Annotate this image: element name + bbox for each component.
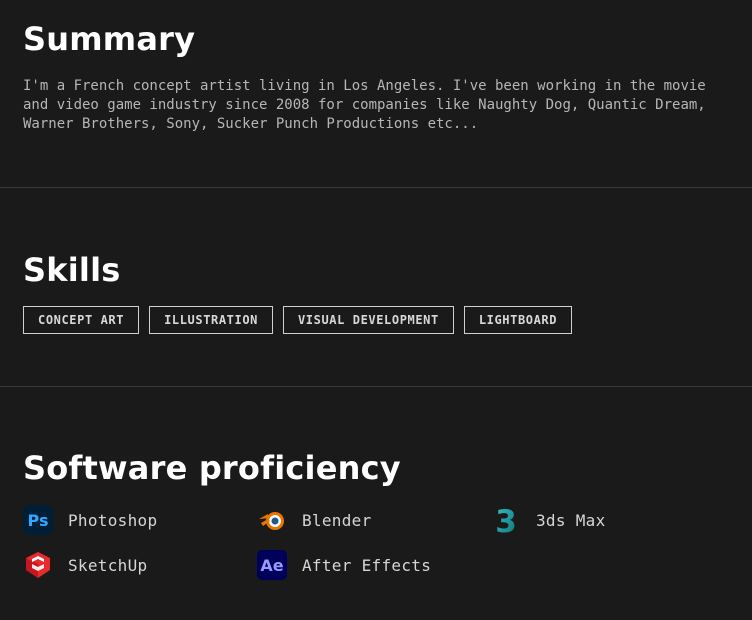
after-effects-icon: Ae [257, 550, 287, 580]
skill-tag-visual-development[interactable]: VISUAL DEVELOPMENT [282, 306, 454, 334]
3ds-max-icon: 3 [491, 505, 521, 535]
skill-tag-illustration[interactable]: ILLUSTRATION [149, 306, 273, 334]
skills-title: Skills [23, 251, 121, 289]
sketchup-icon [23, 550, 53, 580]
skill-tag-lightboard[interactable]: LIGHTBOARD [463, 306, 573, 334]
blender-icon [257, 505, 287, 535]
software-name: SketchUp [68, 555, 148, 575]
software-item-sketchup: SketchUp [23, 550, 257, 580]
section-divider [0, 386, 752, 387]
svg-text:Ps: Ps [28, 511, 49, 530]
software-item-photoshop: Ps Photoshop [23, 505, 257, 535]
software-item-blender: Blender [257, 505, 491, 535]
software-name: 3ds Max [536, 510, 606, 530]
section-divider [0, 187, 752, 188]
software-item-after-effects: Ae After Effects [257, 550, 491, 580]
svg-text:3: 3 [495, 505, 517, 535]
software-title: Software proficiency [23, 449, 401, 487]
software-name: Blender [302, 510, 372, 530]
software-name: After Effects [302, 555, 432, 575]
summary-title: Summary [23, 20, 196, 58]
photoshop-icon: Ps [23, 505, 53, 535]
skills-list: CONCEPT ART ILLUSTRATION VISUAL DEVELOPM… [23, 306, 573, 334]
svg-text:Ae: Ae [260, 556, 283, 575]
skill-tag-concept-art[interactable]: CONCEPT ART [23, 306, 140, 334]
software-item-3ds-max: 3 3ds Max [491, 505, 725, 535]
software-name: Photoshop [68, 510, 158, 530]
software-list: Ps Photoshop Blender 3 3ds Max SketchUp … [23, 505, 743, 580]
summary-text: I'm a French concept artist living in Lo… [23, 78, 706, 132]
